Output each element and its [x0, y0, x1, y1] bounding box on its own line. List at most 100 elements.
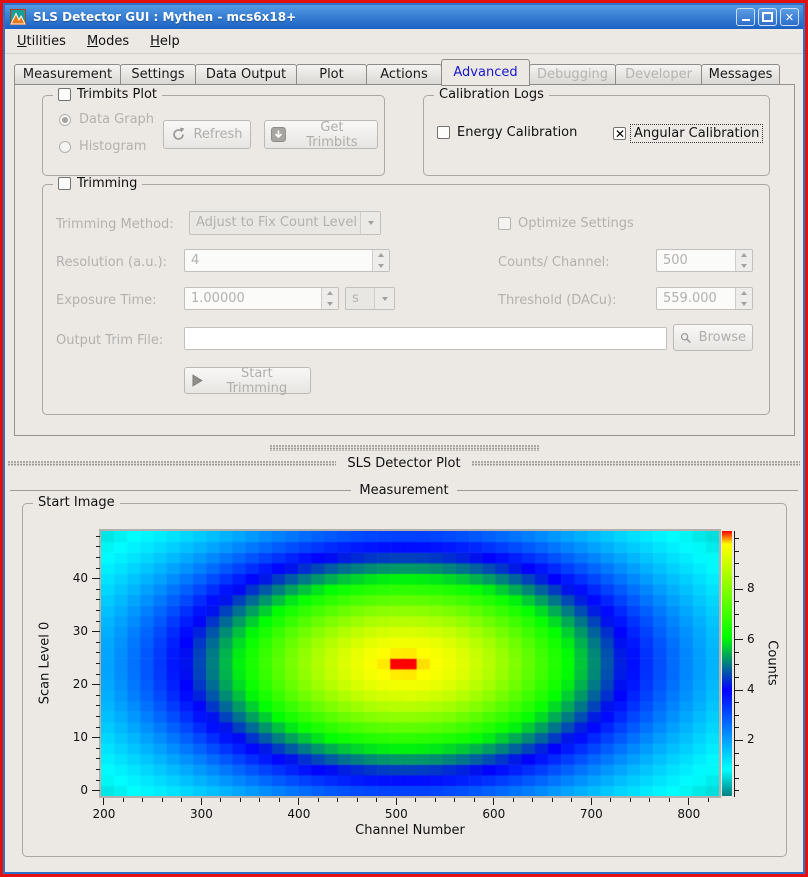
- tab-actions[interactable]: Actions: [366, 64, 442, 85]
- download-icon: [271, 127, 286, 142]
- plot-dock-title: SLS Detector Plot: [347, 456, 460, 471]
- colorbar-minor-tick: [735, 551, 739, 552]
- dock-grip[interactable]: [472, 461, 800, 466]
- output-trim-file-input: [185, 328, 666, 349]
- heatmap-canvas[interactable]: [99, 529, 721, 798]
- y-axis-minor-tick: [96, 769, 100, 770]
- trimming-checkbox[interactable]: [58, 177, 71, 190]
- dock-grip[interactable]: [8, 461, 336, 466]
- histogram-label: Histogram: [79, 139, 146, 154]
- x-axis-minor-tick: [532, 798, 533, 802]
- play-icon: [191, 374, 203, 387]
- measurement-group-title: Measurement: [359, 483, 448, 498]
- output-trim-file-field: [184, 327, 667, 350]
- y-axis-minor-tick: [96, 705, 100, 706]
- trimbits-plot-checkbox[interactable]: [58, 88, 71, 101]
- x-axis-minor-tick: [123, 798, 124, 802]
- window-controls: ✕: [736, 8, 799, 26]
- tab-advanced[interactable]: Advanced: [441, 59, 530, 86]
- tab-plot[interactable]: Plot: [296, 64, 367, 85]
- y-axis-tick-label: 30: [63, 624, 88, 638]
- colorbar-minor-tick: [735, 753, 739, 754]
- maximize-icon: [762, 12, 773, 22]
- x-axis-tick: [298, 798, 299, 805]
- maximize-button[interactable]: [758, 8, 777, 26]
- colorbar-minor-tick: [735, 601, 739, 602]
- y-axis-minor-tick: [96, 589, 100, 590]
- y-axis-tick-label: 20: [63, 677, 88, 691]
- y-axis-minor-tick: [96, 599, 100, 600]
- x-axis-tick: [201, 798, 202, 805]
- counts-channel-spinbox: 500: [656, 249, 753, 272]
- y-axis-minor-tick: [96, 546, 100, 547]
- close-button[interactable]: ✕: [780, 8, 799, 26]
- app-icon: [10, 9, 26, 25]
- tab-bar: MeasurementSettingsData OutputPlotAction…: [14, 58, 780, 85]
- browse-label: Browse: [699, 330, 746, 345]
- tab-data-output[interactable]: Data Output: [195, 64, 297, 85]
- data-graph-label: Data Graph: [79, 112, 154, 127]
- x-axis-minor-tick: [240, 798, 241, 802]
- x-axis-tick: [493, 798, 494, 805]
- x-axis-minor-tick: [357, 798, 358, 802]
- data-graph-radio: [59, 114, 71, 126]
- x-axis-minor-tick: [318, 798, 319, 802]
- trimming-method-value: Adjust to Fix Count Level: [196, 215, 357, 230]
- colorbar-tick: [735, 589, 743, 590]
- colorbar-minor-tick: [735, 677, 739, 678]
- x-axis-minor-tick: [259, 798, 260, 802]
- y-axis-minor-tick: [96, 621, 100, 622]
- colorbar-tick-label: 2: [747, 732, 767, 746]
- x-axis-tick: [688, 798, 689, 805]
- colorbar-minor-tick: [735, 715, 739, 716]
- menu-modes[interactable]: Modes: [83, 32, 133, 51]
- colorbar-minor-tick: [735, 702, 739, 703]
- output-trim-file-label: Output Trim File:: [56, 333, 163, 348]
- menu-help[interactable]: Help: [146, 32, 184, 51]
- y-axis-tick: [92, 578, 100, 579]
- tab-measurement[interactable]: Measurement: [14, 64, 121, 85]
- titlebar: SLS Detector GUI : Mythen - mcs6x18+ ✕: [5, 5, 803, 29]
- y-axis-minor-tick: [96, 557, 100, 558]
- plot-dock-titlebar: SLS Detector Plot: [8, 455, 800, 471]
- colorbar-tick-label: 6: [747, 632, 767, 646]
- trimbits-plot-group: Trimbits Plot Data Graph Histogram Refre…: [42, 95, 385, 176]
- trimming-title: Trimming: [77, 176, 137, 191]
- y-axis-title: Scan Level 0: [38, 622, 53, 704]
- angular-calibration-checkbox[interactable]: [613, 127, 626, 140]
- x-axis-minor-tick: [552, 798, 553, 802]
- y-axis-tick-label: 0: [63, 783, 88, 797]
- colorbar-minor-tick: [735, 765, 739, 766]
- colorbar-minor-tick: [735, 626, 739, 627]
- splitter-handle[interactable]: [270, 445, 540, 451]
- minimize-button[interactable]: [736, 8, 755, 26]
- chevron-down-icon: [360, 212, 380, 234]
- app-window: SLS Detector GUI : Mythen - mcs6x18+ ✕ U…: [3, 3, 805, 874]
- x-axis-minor-tick: [220, 798, 221, 802]
- menu-utilities[interactable]: Utilities: [13, 32, 70, 51]
- trimming-method-label: Trimming Method:: [56, 217, 174, 232]
- tab-messages[interactable]: Messages: [701, 64, 780, 85]
- colorbar-minor-tick: [735, 563, 739, 564]
- y-axis-minor-tick: [96, 695, 100, 696]
- minimize-icon: [742, 19, 750, 21]
- y-axis-tick: [92, 737, 100, 738]
- x-axis-title: Channel Number: [101, 823, 719, 838]
- angular-calibration-label: Angular Calibration: [631, 125, 762, 142]
- colorbar-minor-tick: [735, 664, 739, 665]
- y-axis-minor-tick: [96, 674, 100, 675]
- energy-calibration-checkbox[interactable]: [437, 126, 450, 139]
- get-trimbits-label: Get Trimbits: [293, 120, 371, 150]
- browse-button: Browse: [673, 324, 753, 351]
- x-axis-minor-tick: [571, 798, 572, 802]
- colorbar-minor-tick: [735, 727, 739, 728]
- threshold-value: 559.000: [663, 291, 717, 306]
- tab-settings[interactable]: Settings: [120, 64, 196, 85]
- spin-arrows-icon: [735, 250, 752, 271]
- divider: [10, 490, 351, 491]
- x-axis-tick-label: 800: [669, 807, 709, 821]
- exposure-time-spinbox: 1.00000: [184, 287, 339, 310]
- calibration-logs-title: Calibration Logs: [439, 87, 544, 102]
- colorbar: [722, 531, 732, 796]
- y-axis-minor-tick: [96, 663, 100, 664]
